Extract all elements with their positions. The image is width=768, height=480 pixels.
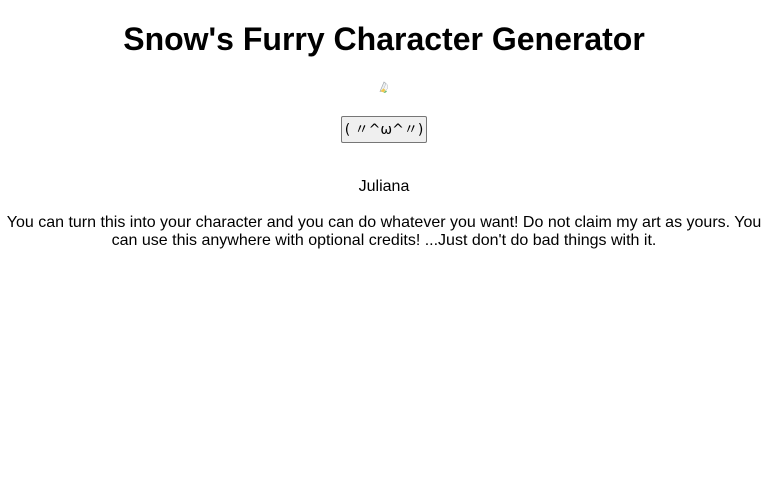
generate-character-button[interactable]: ( 〃^ω^〃) — [341, 116, 427, 143]
character-name: Juliana — [358, 178, 410, 195]
character-image — [376, 80, 392, 96]
broken-image-icon — [379, 81, 388, 93]
usage-disclaimer: You can turn this into your character an… — [6, 214, 762, 249]
page-title: Snow's Furry Character Generator — [123, 21, 645, 57]
